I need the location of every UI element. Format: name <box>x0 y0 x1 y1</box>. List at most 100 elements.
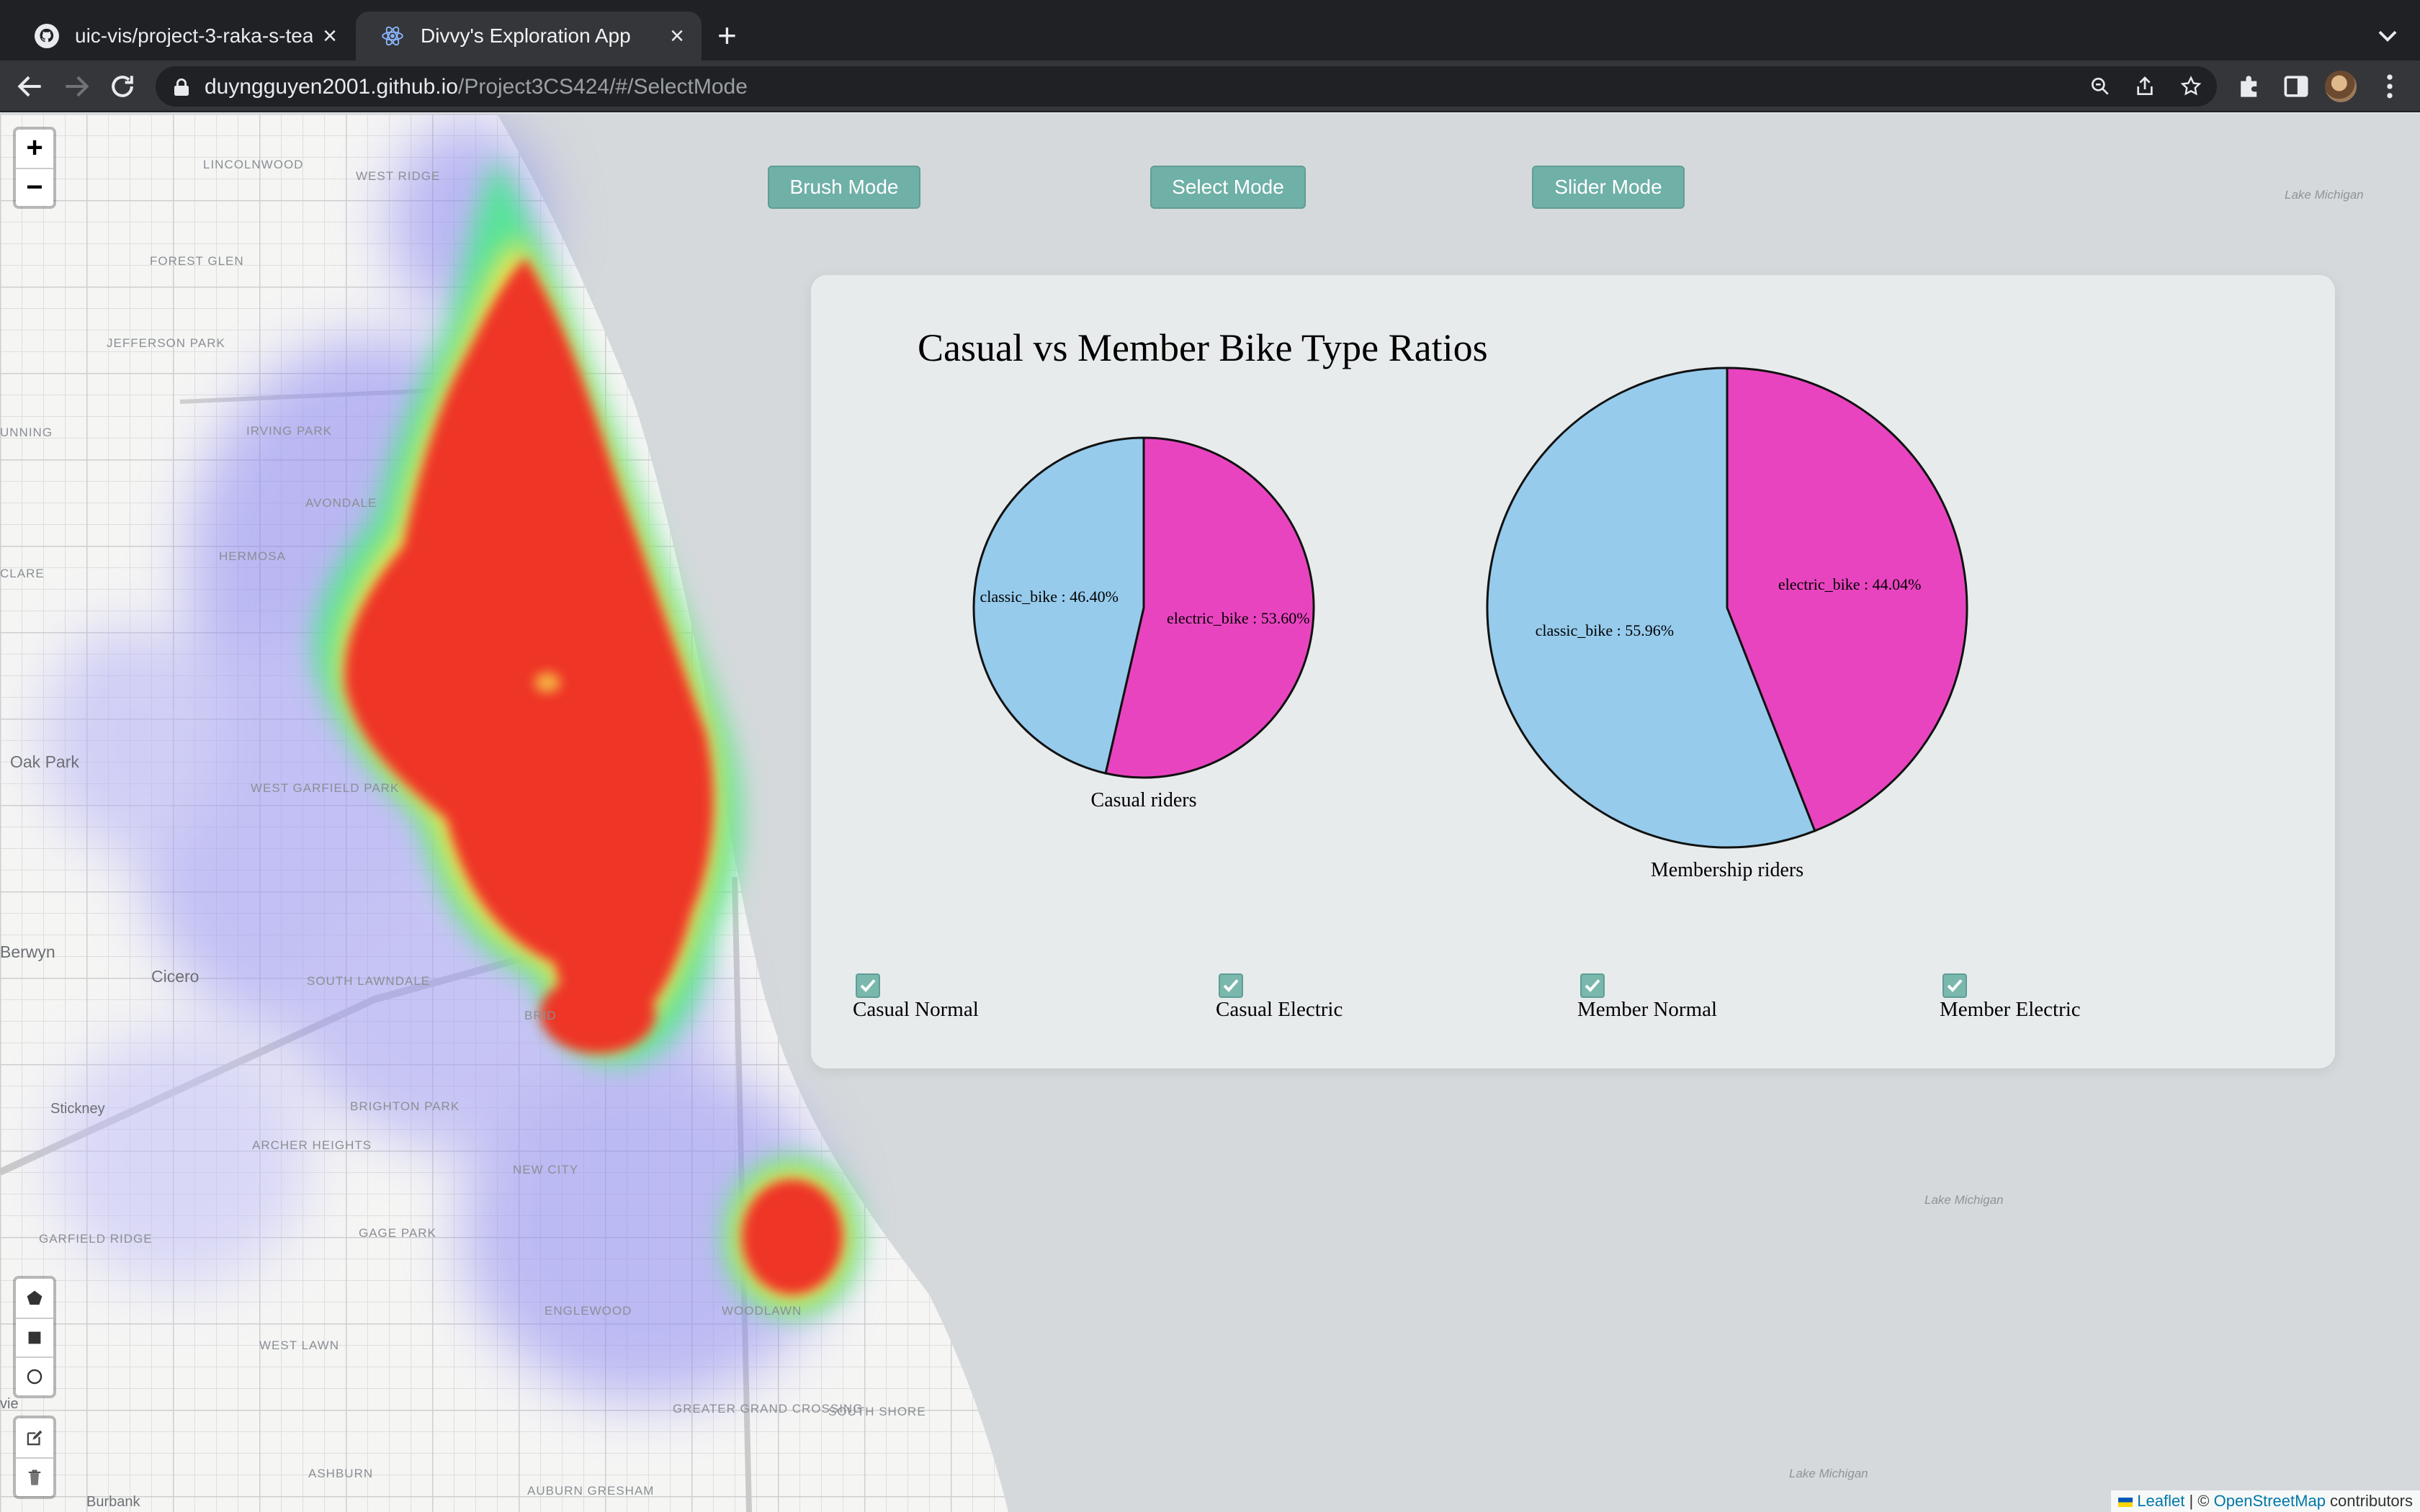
map-label: South Shore <box>828 1405 926 1418</box>
browser-tab-bar: uic-vis/project-3-raka-s-team × Divvy's … <box>0 0 2420 60</box>
checkbox-label: Member Normal <box>1577 998 1718 1021</box>
pie-slice-label: electric_bike : 44.04% <box>1778 575 1922 593</box>
reload-icon[interactable] <box>107 71 138 102</box>
map-label: Burbank <box>86 1494 140 1510</box>
edit-toolbar <box>13 1416 56 1499</box>
map-label: vie <box>0 1396 19 1412</box>
extensions-icon[interactable] <box>2234 71 2266 102</box>
map-label: Lake Michigan <box>1924 1193 2004 1207</box>
checkbox-casual-electric[interactable] <box>1219 973 1243 998</box>
bookmark-star-icon[interactable] <box>2179 75 2202 98</box>
map-label: Greater Grand Crossing <box>673 1403 862 1416</box>
checkmark-icon <box>1585 979 1600 992</box>
map-label: Gage Park <box>359 1226 436 1240</box>
url-text: duyngguyen2001.github.io/Project3CS424/#… <box>205 75 748 99</box>
map-label: Forest Glen <box>150 254 244 268</box>
map-label: Stickney <box>50 1101 105 1117</box>
checkmark-icon <box>1223 979 1239 992</box>
map-label: Lake Michigan <box>1789 1467 1868 1480</box>
tab-title: uic-vis/project-3-raka-s-team <box>75 24 313 47</box>
attribution-suffix: contributors <box>2325 1492 2413 1510</box>
map-label: Brighton Park <box>350 1099 460 1113</box>
map-label: Auburn Gresham <box>527 1485 653 1498</box>
map-label: Avondale <box>305 496 377 510</box>
close-icon[interactable]: × <box>323 24 337 48</box>
checkmark-icon <box>1947 979 1963 992</box>
zoom-magnifier-icon[interactable] <box>2089 75 2112 98</box>
map-label: West Lawn <box>259 1338 340 1352</box>
tab-github[interactable]: uic-vis/project-3-raka-s-team × <box>10 12 354 60</box>
checkbox-member-normal[interactable] <box>1580 973 1605 998</box>
osm-link[interactable]: OpenStreetMap <box>2214 1492 2326 1510</box>
circle-icon <box>27 1369 42 1385</box>
brush-mode-button[interactable]: Brush Mode <box>768 166 920 209</box>
map-attribution: Leaflet | © OpenStreetMap contributors <box>2111 1490 2420 1512</box>
pie-caption: Membership riders <box>1651 859 1803 881</box>
polygon-icon <box>27 1290 42 1305</box>
pie-caption: Casual riders <box>1091 789 1197 811</box>
draw-circle-button[interactable] <box>16 1356 53 1395</box>
map-label: Berwyn <box>0 942 55 961</box>
map-label: Garfield Ridge <box>39 1232 153 1246</box>
leaflet-link[interactable]: Leaflet <box>2137 1492 2184 1510</box>
checkbox-label: Member Electric <box>1940 998 2081 1021</box>
react-icon <box>382 26 403 46</box>
profile-avatar[interactable] <box>2325 71 2357 102</box>
new-tab-button[interactable]: + <box>717 17 737 53</box>
bike-type-ratio-panel: Casual vs Member Bike Type Ratios electr… <box>811 275 2335 1068</box>
pie-slice-label: classic_bike : 46.40% <box>980 588 1118 606</box>
edit-layers-button[interactable] <box>16 1418 53 1457</box>
pie-slice-label: electric_bike : 53.60% <box>1167 609 1310 627</box>
draw-toolbar <box>13 1276 56 1398</box>
map-label: Irving Park <box>246 424 333 438</box>
tab-title: Divvy's Exploration App <box>421 24 631 47</box>
checkbox-label: Casual Electric <box>1216 998 1343 1021</box>
tab-divvy-app[interactable]: Divvy's Exploration App × <box>356 12 702 60</box>
trash-icon <box>28 1470 41 1485</box>
forward-arrow-icon[interactable] <box>60 71 92 102</box>
map-label: Jefferson Park <box>107 336 225 350</box>
map-label: Oak Park <box>10 752 79 771</box>
chevron-down-icon[interactable] <box>2374 22 2401 49</box>
draw-rectangle-button[interactable] <box>16 1318 53 1356</box>
map-label: Brid <box>524 1009 557 1022</box>
url-path: /Project3CS424/#/SelectMode <box>457 75 748 99</box>
close-icon[interactable]: × <box>670 24 684 48</box>
map-label: Woodlawn <box>722 1304 802 1318</box>
zoom-in-button[interactable]: + <box>16 130 53 168</box>
address-bar[interactable]: duyngguyen2001.github.io/Project3CS424/#… <box>156 66 2217 107</box>
side-panel-icon[interactable] <box>2280 71 2312 102</box>
rectangle-icon <box>28 1331 41 1344</box>
ukraine-flag-icon <box>2118 1497 2133 1507</box>
map-label: West Ridge <box>356 169 441 183</box>
map-label: Clare <box>0 567 45 580</box>
map-label: Archer Heights <box>252 1139 371 1152</box>
map-label: Cicero <box>151 967 200 986</box>
zoom-control: + − <box>13 127 56 209</box>
back-arrow-icon[interactable] <box>14 71 46 102</box>
pie-charts: electric_bike : 53.60% classic_bike : 46.… <box>972 366 1968 881</box>
draw-polygon-button[interactable] <box>16 1279 53 1318</box>
pie-slice-label: classic_bike : 55.96% <box>1536 621 1674 639</box>
more-menu-icon[interactable] <box>2374 71 2406 102</box>
map-label: Englewood <box>544 1304 632 1318</box>
attribution-sep: | © <box>2184 1492 2214 1510</box>
zoom-out-button[interactable]: − <box>16 168 53 206</box>
slider-mode-button[interactable]: Slider Mode <box>1532 166 1685 209</box>
checkbox-label: Casual Normal <box>853 998 979 1021</box>
lock-icon <box>174 78 189 96</box>
share-icon[interactable] <box>2133 75 2156 98</box>
browser-toolbar: duyngguyen2001.github.io/Project3CS424/#… <box>0 60 2420 112</box>
checkmark-icon <box>860 979 876 992</box>
delete-layers-button[interactable] <box>16 1457 53 1496</box>
checkbox-casual-normal[interactable] <box>856 973 880 998</box>
map-label: Ashburn <box>308 1467 374 1480</box>
map-label: Lake Michigan <box>2285 188 2364 202</box>
map-label: unning <box>0 426 53 439</box>
checkbox-member-electric[interactable] <box>1942 973 1967 998</box>
select-mode-button[interactable]: Select Mode <box>1150 166 1306 209</box>
map-label: New City <box>513 1163 579 1176</box>
map-label: Hermosa <box>219 549 286 563</box>
map-label: South Lawndale <box>307 975 429 988</box>
edit-icon <box>27 1430 42 1446</box>
